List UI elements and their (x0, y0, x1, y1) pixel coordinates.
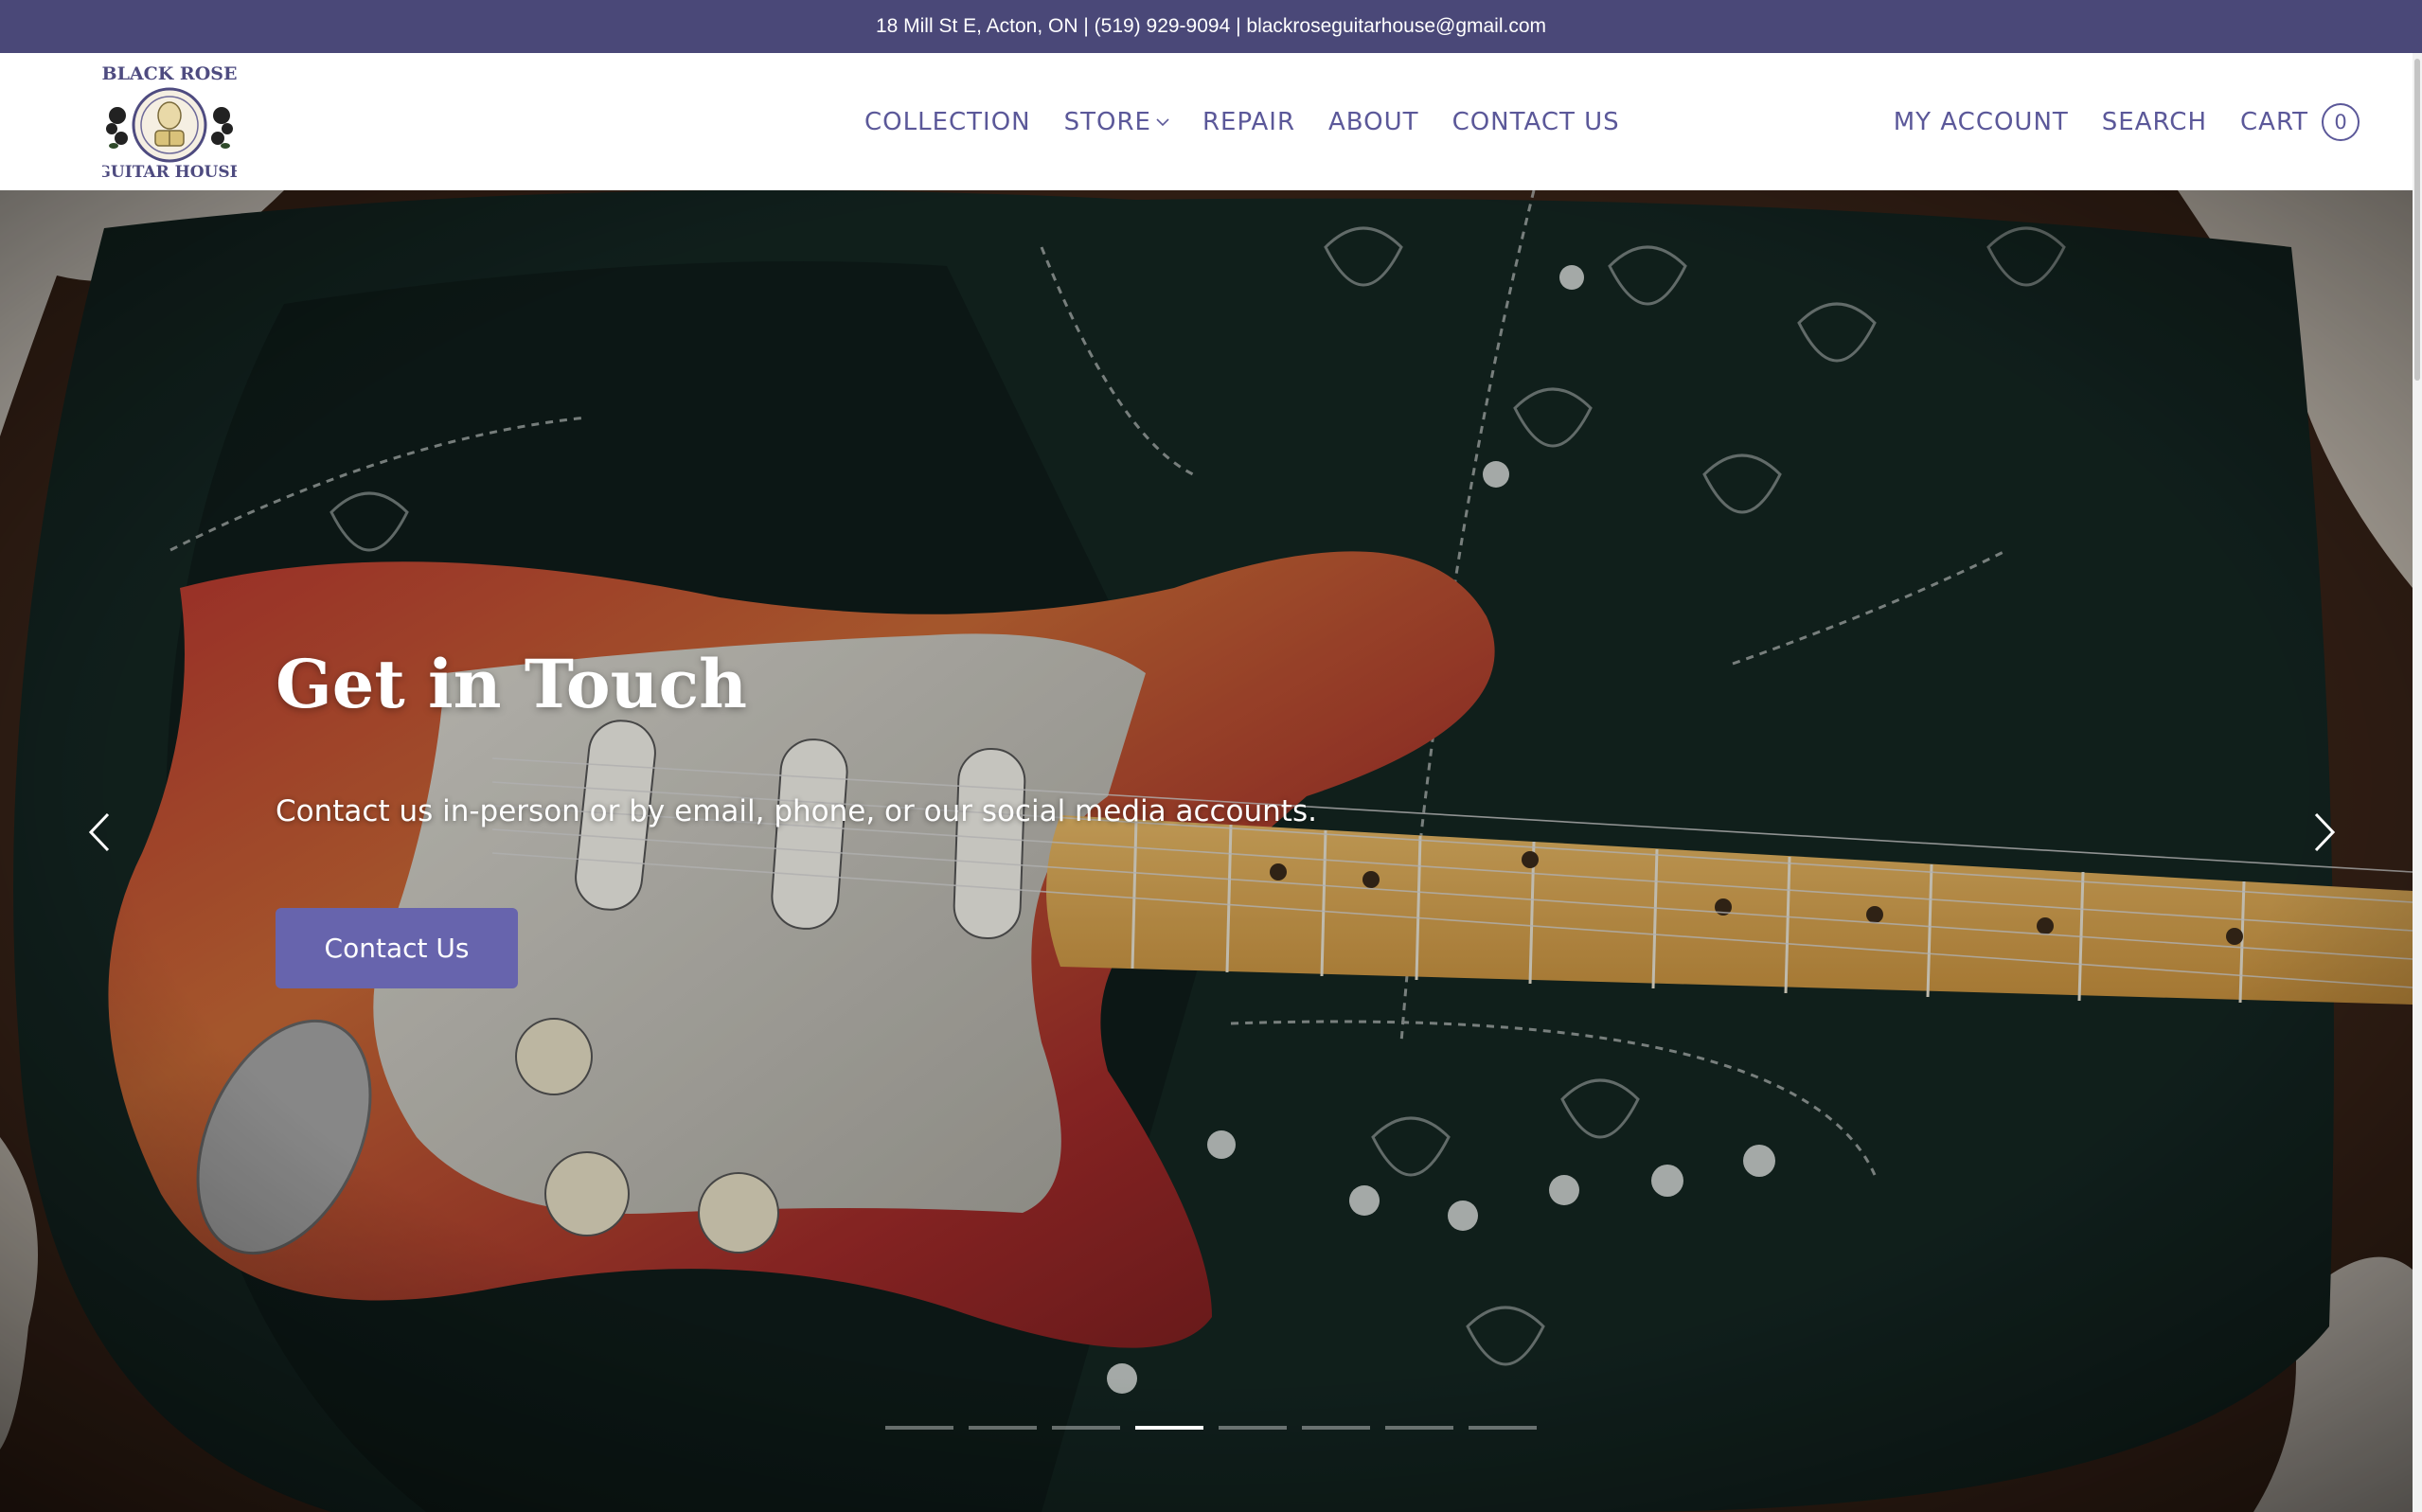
chevron-down-icon (1156, 117, 1169, 127)
chevron-left-icon (88, 812, 110, 856)
slide-indicators (885, 1426, 1552, 1430)
hero-slideshow: Get in Touch Contact us in-person or by … (0, 190, 2413, 1512)
cart-count-badge: 0 (2322, 102, 2360, 141)
main-nav: COLLECTION STORE REPAIR ABOUT CONTACT US (864, 53, 1653, 190)
site-logo[interactable]: BLACK ROSE GUITAR HOUSE (97, 61, 241, 184)
slide-indicator-8[interactable] (1469, 1426, 1537, 1430)
announcement-text: 18 Mill St E, Acton, ON | (519) 929-9094… (875, 15, 1547, 37)
nav-store-label: STORE (1063, 107, 1151, 136)
slide-next-button[interactable] (2301, 806, 2348, 863)
page-scrollbar[interactable] (2413, 53, 2422, 1512)
contact-us-button[interactable]: Contact Us (276, 908, 518, 988)
nav-contact-us[interactable]: CONTACT US (1452, 108, 1620, 136)
slide-indicator-5[interactable] (1219, 1426, 1287, 1430)
slide-indicator-4[interactable] (1135, 1426, 1203, 1430)
nav-cart[interactable]: CART 0 (2240, 102, 2360, 141)
hero-title: Get in Touch (276, 645, 748, 723)
hero-subtitle: Contact us in-person or by email, phone,… (276, 794, 1317, 828)
nav-store[interactable]: STORE (1064, 108, 1169, 136)
announcement-bar: 18 Mill St E, Acton, ON | (519) 929-9094… (0, 0, 2422, 53)
nav-repair[interactable]: REPAIR (1202, 108, 1295, 136)
slide-indicator-1[interactable] (885, 1426, 953, 1430)
nav-search[interactable]: SEARCH (2102, 108, 2207, 136)
chevron-right-icon (2314, 812, 2336, 856)
slide-indicator-3[interactable] (1052, 1426, 1120, 1430)
logo-line2: GUITAR HOUSE (102, 163, 237, 182)
slide-prev-button[interactable] (76, 806, 123, 863)
hero-overlay (0, 190, 2413, 1512)
slide-indicator-7[interactable] (1385, 1426, 1453, 1430)
utility-nav: MY ACCOUNT SEARCH CART 0 (1861, 53, 2360, 190)
nav-my-account[interactable]: MY ACCOUNT (1894, 108, 2069, 136)
slide-indicator-6[interactable] (1302, 1426, 1370, 1430)
site-header: BLACK ROSE GUITAR HOUSE COLLECTION STORE (0, 53, 2422, 190)
nav-collection[interactable]: COLLECTION (864, 108, 1031, 136)
logo-line1: BLACK ROSE (102, 63, 237, 84)
scrollbar-thumb[interactable] (2414, 59, 2420, 381)
slide-indicator-2[interactable] (969, 1426, 1037, 1430)
nav-about[interactable]: ABOUT (1328, 108, 1419, 136)
cart-label: CART (2240, 107, 2308, 136)
